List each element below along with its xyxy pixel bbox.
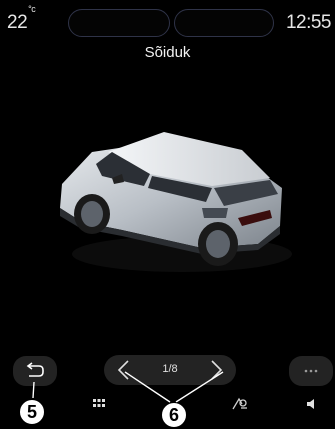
more-button[interactable] (289, 356, 333, 386)
temperature-value: 22 (7, 12, 28, 33)
status-slot-right[interactable] (174, 9, 274, 37)
callout-5: 5 (19, 399, 45, 425)
callout-6: 6 (161, 402, 187, 428)
temperature-readout[interactable]: 22°c (7, 4, 36, 34)
status-slot-left[interactable] (68, 9, 170, 37)
infotainment-screen: 22°c 12:55 Sõiduk 1/8 (0, 0, 335, 429)
navigation-icon[interactable] (231, 396, 249, 412)
page-selector: 1/8 (104, 355, 236, 385)
back-button[interactable] (13, 356, 57, 386)
temperature-unit: °c (28, 3, 36, 14)
vehicle-image (60, 132, 292, 272)
chevron-right-icon[interactable] (206, 357, 226, 383)
page-title: Sõiduk (144, 44, 191, 61)
more-dots-icon (304, 369, 318, 373)
clock: 12:55 (285, 12, 332, 33)
apps-grid-icon[interactable] (92, 398, 106, 410)
speaker-icon[interactable] (305, 398, 319, 410)
back-arrow-icon (26, 362, 44, 377)
